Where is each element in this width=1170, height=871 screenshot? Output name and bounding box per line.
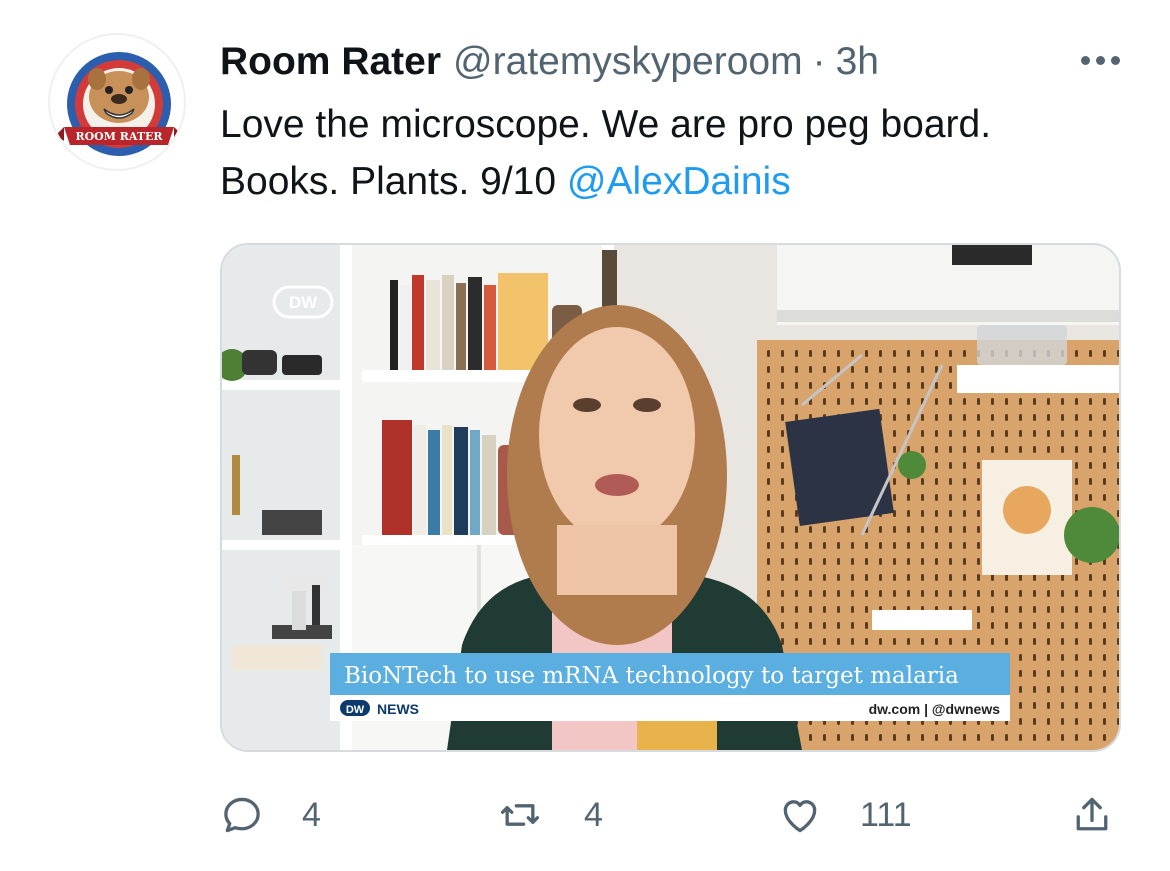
reply-count: 4 — [302, 795, 321, 834]
avatar[interactable]: ROOM RATER — [48, 33, 186, 171]
more-options-button[interactable] — [1070, 40, 1130, 80]
user-handle[interactable]: @ratemyskyperoom — [453, 40, 803, 84]
more-dot-icon — [1110, 55, 1120, 65]
reply-icon — [224, 797, 260, 833]
share-icon — [1076, 797, 1108, 831]
tweet-header: Room Rater @ratemyskyperoom · 3h — [220, 38, 1120, 86]
like-icon — [783, 800, 817, 833]
separator-dot: · — [812, 40, 826, 83]
more-dot-icon — [1080, 55, 1090, 65]
dw-lower-logo-text: DW — [346, 704, 365, 716]
more-dot-icon — [1095, 55, 1105, 65]
display-name[interactable]: Room Rater — [220, 40, 441, 84]
tweet-text-line: Love the microscope. We are pro peg boar… — [220, 103, 992, 146]
tweet-media-image[interactable]: /* holes drawn by script below */ DW — [220, 243, 1121, 752]
like-count: 111 — [860, 795, 912, 834]
lower-third-links: dw.com | @dwnews — [869, 701, 1001, 717]
video-frame-illustration: /* holes drawn by script below */ DW Bio… — [222, 245, 1119, 750]
bulldog-logo-icon: ROOM RATER — [56, 52, 182, 156]
tweet-text: Love the microscope. We are pro peg boar… — [220, 96, 1120, 210]
retweet-icon — [500, 804, 540, 826]
tweet-text-segment: Books. Plants. 9/10 — [220, 160, 567, 203]
retweet-count: 4 — [584, 795, 603, 834]
tweet-text-line: Books. Plants. 9/10 @AlexDainis — [220, 153, 1120, 210]
lower-third-brand: NEWS — [377, 701, 419, 717]
dw-corner-logo-text: DW — [289, 293, 318, 312]
mention-link[interactable]: @AlexDainis — [567, 160, 791, 203]
share-button[interactable] — [1070, 790, 1114, 840]
tweet-timestamp[interactable]: 3h — [836, 40, 879, 84]
lower-third-headline: BioNTech to use mRNA technology to targe… — [344, 663, 959, 689]
tweet-actions: 4 4 111 — [220, 790, 1121, 840]
reply-button[interactable]: 4 — [220, 790, 321, 840]
retweet-button[interactable]: 4 — [498, 790, 603, 840]
like-button[interactable]: 111 — [778, 790, 912, 840]
avatar-badge-text: ROOM RATER — [75, 130, 163, 143]
